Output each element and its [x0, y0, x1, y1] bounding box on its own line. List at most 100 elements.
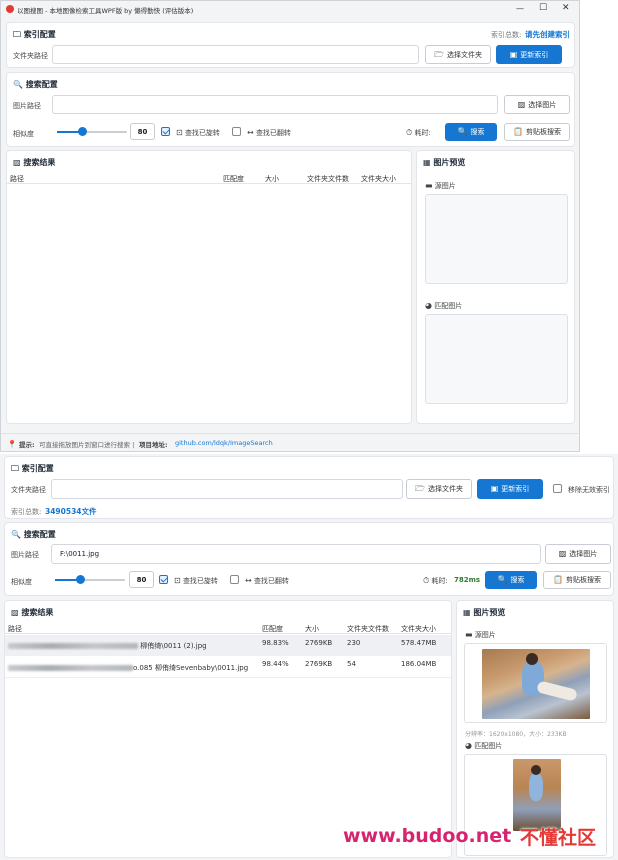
pin-icon: 📍 — [7, 440, 17, 449]
tip-text: 可直接拖放图片到窗口进行搜索 | — [39, 441, 135, 449]
similarity-value[interactable]: 80 — [130, 123, 155, 140]
window-title: 以图搜图 - 本地图像检索工具WPF版 by 懒得勤快 (评估版本) — [17, 7, 194, 15]
search-icon: 🔍 — [11, 530, 21, 539]
column-match[interactable]: 匹配度 — [262, 624, 283, 634]
preview-title: ▦ 图片预览 — [463, 608, 506, 617]
similarity-value[interactable]: 80 — [129, 571, 154, 588]
update-index-button[interactable]: ▣ 更新索引 — [477, 479, 543, 499]
top-window: 以图搜图 - 本地图像检索工具WPF版 by 懒得勤快 (评估版本) — ☐ ✕… — [0, 0, 580, 452]
choose-image-button[interactable]: ▨ 选择图片 — [545, 544, 611, 564]
match-photo — [513, 759, 561, 831]
table-row[interactable]: 柳侑绮\0011 (2).jpg 98.83% 2769KB 230 578.4… — [5, 635, 451, 656]
row-files: 230 — [347, 639, 361, 647]
column-match[interactable]: 匹配度 — [223, 174, 244, 184]
image-icon: ▨ — [558, 549, 567, 558]
similarity-slider[interactable] — [55, 575, 125, 584]
search-button[interactable]: 🔍 搜索 — [445, 123, 497, 141]
rotate-checkbox[interactable] — [161, 127, 170, 136]
app-logo-icon — [6, 5, 14, 13]
row-folder-size: 186.04MB — [401, 660, 437, 668]
timer-icon: ⏱ — [406, 128, 413, 137]
image-path-input[interactable]: F:\0011.jpg — [51, 544, 541, 564]
elapsed-label: ⏱ 耗时: — [423, 576, 448, 586]
rotate-checkbox[interactable] — [159, 575, 168, 584]
flip-checkbox[interactable] — [230, 575, 239, 584]
column-size[interactable]: 大小 — [265, 174, 279, 184]
remove-invalid-checkbox[interactable] — [553, 484, 562, 493]
search-config-panel: 🔍 搜索配置 图片路径 F:\0011.jpg ▨ 选择图片 相似度 80 ⊡ 查… — [4, 522, 614, 596]
image-icon: ▨ — [13, 158, 21, 167]
camera-icon: ▬ — [425, 181, 433, 190]
choose-folder-button[interactable]: 🗁 选择文件夹 — [406, 479, 472, 499]
camera-icon: ▬ — [465, 630, 473, 639]
bottom-window: 🗀 索引配置 文件夹路径 🗁 选择文件夹 ▣ 更新索引 移除无效索引 索引总数: 3… — [0, 454, 618, 860]
clipboard-icon: 📋 — [513, 127, 523, 136]
folder-path-label: 文件夹路径 — [11, 486, 46, 494]
flip-checkbox[interactable] — [232, 127, 241, 136]
tip-label: 📍 提示: — [7, 440, 35, 450]
source-image-box — [425, 194, 568, 284]
results-title: ▨ 搜索结果 — [13, 158, 56, 167]
row-files: 54 — [347, 660, 356, 668]
rotate-label: ⊡ 查找已旋转 — [174, 576, 218, 586]
column-path[interactable]: 路径 — [8, 624, 22, 634]
clipboard-search-button[interactable]: 📋 剪贴板搜索 — [543, 571, 611, 589]
image-icon: ▨ — [11, 608, 19, 617]
status-bar: 📍 提示: 可直接拖放图片到窗口进行搜索 | 项目地址: github.com/… — [1, 433, 579, 451]
similarity-label: 相似度 — [11, 578, 32, 586]
row-size: 2769KB — [305, 639, 333, 647]
preview-title: ▦ 图片预览 — [423, 158, 466, 167]
results-header: 路径 匹配度 大小 文件夹文件数 文件夹大小 — [5, 623, 451, 634]
column-folder-files[interactable]: 文件夹文件数 — [307, 174, 349, 184]
flip-label: ↔ 查找已翻转 — [245, 576, 289, 586]
search-results-panel: ▨ 搜索结果 路径 匹配度 大小 文件夹文件数 文件夹大小 — [6, 150, 412, 424]
image-path-label: 图片路径 — [11, 551, 39, 559]
folder-path-input[interactable] — [51, 479, 403, 499]
close-icon[interactable]: ✕ — [562, 3, 570, 13]
image-icon: ▨ — [517, 99, 526, 109]
match-image-label: ◕ 匹配图片 — [425, 301, 463, 311]
remove-invalid-label: 移除无效索引 — [568, 486, 610, 494]
index-count-label: 索引总数: — [491, 31, 522, 39]
minimize-icon[interactable]: — — [516, 4, 524, 13]
similarity-label: 相似度 — [13, 130, 34, 138]
index-count-value: 请先创建索引 — [525, 30, 570, 39]
match-image-label: ◕ 匹配图片 — [465, 741, 503, 751]
flip-icon: ↔ — [247, 128, 254, 137]
column-folder-size[interactable]: 文件夹大小 — [401, 624, 436, 634]
row-match: 98.44% — [262, 660, 289, 668]
column-size[interactable]: 大小 — [305, 624, 319, 634]
maximize-icon[interactable]: ☐ — [539, 3, 547, 13]
folder-path-input[interactable] — [52, 45, 419, 64]
search-config-title: 🔍 搜索配置 — [13, 80, 58, 89]
folder-icon: 🗀 — [11, 464, 19, 473]
watermark-site: www.budoo.net — [343, 825, 512, 847]
search-button[interactable]: 🔍 搜索 — [485, 571, 537, 589]
column-folder-files[interactable]: 文件夹文件数 — [347, 624, 389, 634]
source-image-label: ▬ 源图片 — [465, 630, 496, 640]
choose-folder-button[interactable]: 🗁 选择文件夹 — [425, 45, 491, 64]
slider-knob[interactable] — [76, 575, 85, 584]
results-title: ▨ 搜索结果 — [11, 608, 54, 617]
source-photo — [482, 649, 590, 719]
clipboard-search-button[interactable]: 📋 剪贴板搜索 — [504, 123, 570, 141]
rotate-icon: ⊡ — [174, 576, 181, 585]
column-path[interactable]: 路径 — [10, 174, 24, 184]
results-header: 路径 匹配度 大小 文件夹文件数 文件夹大小 — [7, 173, 411, 184]
redacted-path — [8, 665, 133, 671]
palette-icon: ◕ — [425, 301, 432, 310]
choose-image-button[interactable]: ▨ 选择图片 — [504, 95, 570, 114]
project-link[interactable]: github.com/ldqk/ImageSearch — [175, 439, 273, 447]
column-folder-size[interactable]: 文件夹大小 — [361, 174, 396, 184]
elapsed-value: 782ms — [454, 576, 481, 584]
search-icon: 🔍 — [497, 575, 508, 584]
source-resolution: 分辨率：1620x1080，大小：233KB — [465, 731, 567, 738]
image-path-input[interactable] — [52, 95, 498, 114]
similarity-slider[interactable] — [57, 127, 127, 136]
index-count-label: 索引总数: — [11, 508, 42, 516]
table-row[interactable]: o.085 柳侑绮Sevenbaby\0011.jpg 98.44% 2769K… — [5, 657, 451, 678]
image-preview-panel: ▦ 图片预览 ▬ 源图片 ◕ 匹配图片 — [416, 150, 575, 424]
update-index-button[interactable]: ▣ 更新索引 — [496, 45, 562, 64]
index-config-panel: 🗀 索引配置 索引总数: 请先创建索引 文件夹路径 🗁 选择文件夹 ▣ 更新索引 — [6, 22, 575, 68]
slider-knob[interactable] — [78, 127, 87, 136]
